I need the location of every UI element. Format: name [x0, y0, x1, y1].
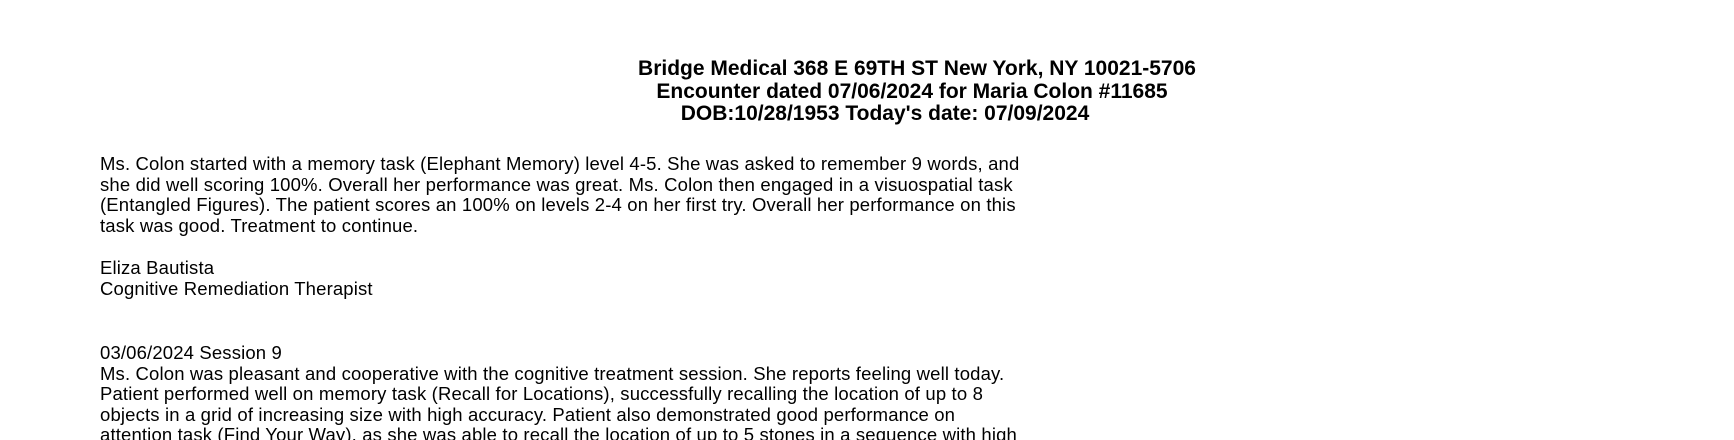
document-header: Bridge Medical 368 E 69TH ST New York, N… — [0, 57, 1734, 126]
note-line: Ms. Colon started with a memory task (El… — [100, 153, 1020, 174]
session-line: objects in a grid of increasing size wit… — [100, 403, 956, 425]
note-line: she did well scoring 100%. Overall her p… — [100, 173, 1013, 195]
clinic-address: Bridge Medical 368 E 69TH ST New York, N… — [638, 57, 1196, 80]
dob-date-line: DOB:10/28/1953 Today's date: 07/09/2024 — [680, 102, 1090, 125]
therapist-signature: Eliza Bautista Cognitive Remediation The… — [100, 257, 1660, 299]
session-line: attention task (Find Your Way), as she w… — [100, 424, 1017, 440]
treatment-note-paragraph: Ms. Colon started with a memory task (El… — [100, 153, 1660, 236]
note-line: (Entangled Figures). The patient scores … — [100, 194, 1016, 216]
document-page: Bridge Medical 368 E 69TH ST New York, N… — [0, 0, 1734, 440]
session-line: Ms. Colon was pleasant and cooperative w… — [100, 362, 1005, 384]
therapist-title: Cognitive Remediation Therapist — [100, 277, 373, 299]
therapist-name: Eliza Bautista — [100, 257, 215, 278]
session-note: 03/06/2024 Session 9 Ms. Colon was pleas… — [100, 342, 1660, 440]
note-line: task was good. Treatment to continue. — [100, 214, 419, 236]
session-heading: 03/06/2024 Session 9 — [100, 342, 282, 363]
session-line: Patient performed well on memory task (R… — [100, 383, 984, 405]
encounter-line: Encounter dated 07/06/2024 for Maria Col… — [656, 79, 1168, 103]
